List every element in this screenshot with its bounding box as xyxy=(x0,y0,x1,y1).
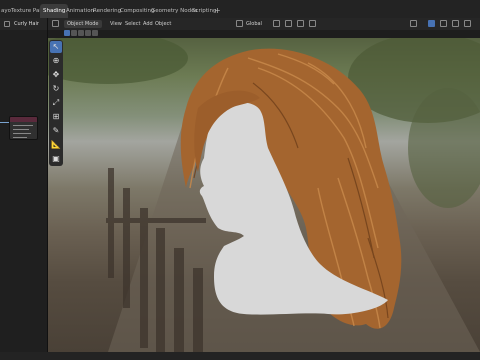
annotate-tool-icon[interactable]: ✎ xyxy=(50,125,62,137)
status-bar xyxy=(0,352,480,360)
node-socket-row xyxy=(13,133,31,134)
shader-node[interactable] xyxy=(9,116,38,140)
mode-dropdown[interactable]: Object Mode xyxy=(64,20,102,28)
add-workspace-button[interactable]: + xyxy=(214,4,221,18)
node-socket-row xyxy=(13,137,27,138)
add-cube-tool-icon[interactable]: ▣ xyxy=(50,153,62,165)
transform-tool-icon[interactable]: ⊞ xyxy=(50,111,62,123)
scale-tool-icon[interactable]: ⤢ xyxy=(50,97,62,109)
orientation-icon[interactable] xyxy=(236,20,243,27)
node-header xyxy=(10,117,37,122)
menu-object[interactable]: Object xyxy=(155,20,171,28)
object-icon xyxy=(4,21,10,27)
tool-shelf: ↖ ⊕ ✥ ↻ ⤢ ⊞ ✎ 📐 ▣ xyxy=(49,40,63,166)
visibility-icon[interactable] xyxy=(410,20,417,27)
rotate-tool-icon[interactable]: ↻ xyxy=(50,83,62,95)
snap-icon[interactable] xyxy=(285,20,292,27)
left-panel: Curly Hair xyxy=(0,18,48,360)
move-tool-icon[interactable]: ✥ xyxy=(50,69,62,81)
3d-viewport[interactable] xyxy=(48,38,480,352)
editor-type-icon[interactable] xyxy=(52,20,59,27)
left-panel-title: Curly Hair xyxy=(14,21,39,27)
select-mode-extend-icon[interactable] xyxy=(71,30,77,36)
shading-wireframe-icon[interactable] xyxy=(464,20,471,27)
cursor-tool-icon[interactable]: ⊕ xyxy=(50,55,62,67)
menu-select[interactable]: Select xyxy=(125,20,140,28)
overlay-icon[interactable] xyxy=(440,20,447,27)
pivot-icon[interactable] xyxy=(273,20,280,27)
select-box-tool-icon[interactable]: ↖ xyxy=(50,41,62,53)
node-socket-row xyxy=(13,129,29,130)
measure-tool-icon[interactable]: 📐 xyxy=(50,139,62,151)
select-mode-subtract-icon[interactable] xyxy=(78,30,84,36)
select-mode-invert-icon[interactable] xyxy=(85,30,91,36)
selection-mode-bar xyxy=(48,30,480,38)
menu-add[interactable]: Add xyxy=(143,20,153,28)
viewport-scene xyxy=(48,38,480,352)
viewport-header: Object Mode View Select Add Object Globa… xyxy=(48,18,480,30)
left-panel-header: Curly Hair xyxy=(0,18,47,30)
node-socket-row xyxy=(13,125,33,126)
orientation-dropdown[interactable]: Global xyxy=(246,20,262,28)
select-mode-set-icon[interactable] xyxy=(64,30,70,36)
menu-view[interactable]: View xyxy=(110,20,122,28)
select-mode-intersect-icon[interactable] xyxy=(92,30,98,36)
gizmo-icon[interactable] xyxy=(428,20,435,27)
proportional-edit-icon[interactable] xyxy=(297,20,304,27)
xray-icon[interactable] xyxy=(452,20,459,27)
falloff-icon[interactable] xyxy=(309,20,316,27)
workspace-bar: ayo Texture Paint Shading Animation Rend… xyxy=(0,0,480,19)
foliage-left xyxy=(48,38,188,84)
